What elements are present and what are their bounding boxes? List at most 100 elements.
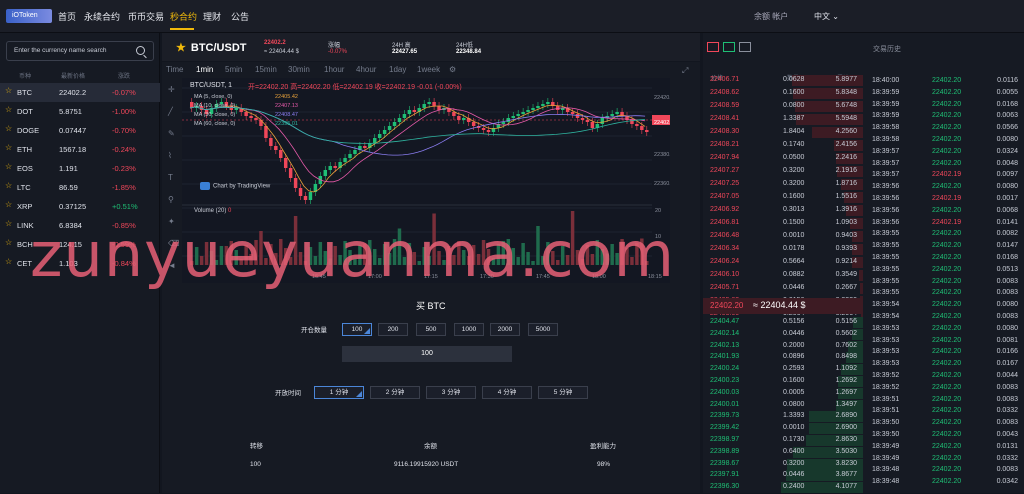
time-option-5min[interactable]: 5 分钟 bbox=[538, 386, 588, 399]
bid-row[interactable]: 22404.47 0.5156 0.5156 bbox=[703, 317, 863, 329]
amount-option-200[interactable]: 200 bbox=[378, 323, 408, 336]
ask-row[interactable]: 22407.94 0.0500 2.2416 bbox=[703, 153, 863, 165]
bid-row[interactable]: 22399.73 1.3393 2.6890 bbox=[703, 411, 863, 423]
timeframe-5min[interactable]: 5min bbox=[225, 65, 242, 74]
price-tick-label: 22360.00 bbox=[654, 181, 670, 187]
book-view-both-icon[interactable] bbox=[707, 42, 719, 52]
trade-amount: 0.0083 bbox=[996, 289, 1018, 297]
trade-amount: 0.0141 bbox=[996, 218, 1018, 226]
nav-spot[interactable]: 币币交易 bbox=[128, 10, 164, 23]
bid-row[interactable]: 22398.97 0.1730 2.8630 bbox=[703, 435, 863, 447]
timeframe-1week[interactable]: 1week bbox=[417, 65, 440, 74]
ask-row[interactable]: 22408.30 1.8404 4.2560 bbox=[703, 127, 863, 139]
bid-row[interactable]: 22400.23 0.1600 1.2692 bbox=[703, 376, 863, 388]
star-icon[interactable]: ☆ bbox=[5, 238, 12, 247]
time-option-3min[interactable]: 3 分钟 bbox=[426, 386, 476, 399]
ask-row[interactable]: 22407.27 0.3200 2.1916 bbox=[703, 166, 863, 178]
star-icon[interactable]: ☆ bbox=[5, 143, 12, 152]
time-option-4min[interactable]: 4 分钟 bbox=[482, 386, 532, 399]
nav-home[interactable]: 首页 bbox=[58, 10, 76, 23]
settings-icon[interactable]: ⚙ bbox=[449, 65, 456, 74]
trade-price: 22402.20 bbox=[932, 478, 962, 486]
trade-price: 22402.20 bbox=[932, 124, 962, 132]
coin-row-ltc[interactable]: ☆ LTC 86.59 -1.85% bbox=[0, 178, 160, 197]
bid-row[interactable]: 22398.89 0.6400 3.5030 bbox=[703, 446, 863, 459]
bid-row[interactable]: 22397.91 0.0446 3.8677 bbox=[703, 470, 863, 482]
ask-row[interactable]: 22406.81 0.1500 1.0903 bbox=[703, 218, 863, 230]
star-icon[interactable]: ★ bbox=[176, 42, 186, 54]
timeframe-1day[interactable]: 1day bbox=[389, 65, 406, 74]
star-icon[interactable]: ☆ bbox=[5, 124, 12, 133]
nav-announcement[interactable]: 公告 bbox=[231, 10, 249, 23]
bid-row[interactable]: 22400.01 0.0800 1.3497 bbox=[703, 399, 863, 412]
trade-price: 22402.20 bbox=[932, 301, 962, 309]
logo[interactable]: iOToken bbox=[6, 9, 52, 23]
star-icon[interactable]: ☆ bbox=[5, 200, 12, 209]
ask-row[interactable]: 22408.59 0.0800 5.6748 bbox=[703, 101, 863, 113]
nav-seconds-contract[interactable]: 秒合约 bbox=[170, 10, 197, 23]
timeframe-30min[interactable]: 30min bbox=[288, 65, 310, 74]
ask-row[interactable]: 22407.25 0.3200 1.8716 bbox=[703, 179, 863, 191]
amount-option-500[interactable]: 500 bbox=[416, 323, 446, 336]
bid-row[interactable]: 22400.03 0.0005 1.2697 bbox=[703, 387, 863, 400]
time-option-1min[interactable]: 1 分钟 bbox=[314, 386, 364, 399]
bid-row[interactable]: 22402.13 0.2000 0.7602 bbox=[703, 340, 863, 353]
timeframe-4hour[interactable]: 4hour bbox=[356, 65, 376, 74]
timeframe-1hour[interactable]: 1hour bbox=[324, 65, 344, 74]
search-input[interactable]: Enter the currency name search bbox=[6, 41, 154, 61]
ask-row[interactable]: 22406.92 0.3013 1.3916 bbox=[703, 205, 863, 217]
star-icon[interactable]: ☆ bbox=[5, 257, 12, 266]
nav-perpetual[interactable]: 永续合约 bbox=[84, 10, 120, 23]
star-icon[interactable]: ☆ bbox=[5, 181, 12, 190]
bid-amount: 0.0010 bbox=[783, 424, 805, 432]
star-icon[interactable]: ☆ bbox=[5, 219, 12, 228]
book-view-bids-icon[interactable] bbox=[723, 42, 735, 52]
star-icon[interactable]: ☆ bbox=[5, 162, 12, 171]
pair-title: ★ BTC/USDT bbox=[176, 41, 246, 54]
coin-row-eth[interactable]: ☆ ETH 1567.18 -0.24% bbox=[0, 140, 160, 159]
fullscreen-icon[interactable]: ⤢ bbox=[682, 66, 688, 76]
coin-row-doge[interactable]: ☆ DOGE 0.07447 -0.70% bbox=[0, 121, 160, 140]
amount-option-2000[interactable]: 2000 bbox=[490, 323, 520, 336]
bid-row[interactable]: 22401.93 0.0896 0.8498 bbox=[703, 352, 863, 364]
bid-row[interactable]: 22396.30 0.2400 4.1077 bbox=[703, 482, 863, 494]
coin-row-eos[interactable]: ☆ EOS 1.191 -0.23% bbox=[0, 159, 160, 178]
ask-row[interactable]: 22406.48 0.0010 0.9403 bbox=[703, 231, 863, 243]
trade-time: 18:39:59 bbox=[872, 100, 900, 108]
ask-row[interactable]: 22408.41 1.3387 5.5948 bbox=[703, 114, 863, 126]
ask-row[interactable]: 22405.71 0.0446 0.2667 bbox=[703, 283, 863, 295]
search-icon[interactable] bbox=[136, 46, 145, 55]
ask-row[interactable]: 22408.62 0.1600 5.8348 bbox=[703, 88, 863, 100]
trade-row: 18:39:49 22402.20 0.0131 bbox=[866, 442, 1024, 454]
coin-row-dot[interactable]: ☆ DOT 5.8751 -1.00% bbox=[0, 102, 160, 121]
nav-finance[interactable]: 理财 bbox=[203, 10, 221, 23]
ask-row[interactable]: 22408.21 0.1740 2.4156 bbox=[703, 140, 863, 152]
timeframe-15min[interactable]: 15min bbox=[255, 65, 277, 74]
language-select[interactable]: 中文 ⌄ bbox=[814, 11, 839, 22]
ask-row[interactable]: 22406.10 0.0882 0.3549 bbox=[703, 270, 863, 282]
coin-row-xrp[interactable]: ☆ XRP 0.37125 +0.51% bbox=[0, 197, 160, 216]
book-view-asks-icon[interactable] bbox=[739, 42, 751, 52]
bid-row[interactable]: 22398.67 0.3200 3.8230 bbox=[703, 458, 863, 471]
ask-row[interactable]: 22407.05 0.1600 1.5516 bbox=[703, 192, 863, 204]
bid-row[interactable]: 22399.42 0.0010 2.6900 bbox=[703, 423, 863, 435]
star-icon[interactable]: ☆ bbox=[5, 86, 12, 95]
ask-amount: 0.1600 bbox=[783, 193, 805, 200]
bid-row[interactable]: 22402.14 0.0446 0.5602 bbox=[703, 328, 863, 341]
ask-amount: 0.3200 bbox=[783, 167, 805, 174]
star-icon[interactable]: ☆ bbox=[5, 105, 12, 114]
ask-row[interactable]: 22406.24 0.5664 0.9214 bbox=[703, 257, 863, 269]
amount-option-100[interactable]: 100 bbox=[342, 323, 372, 336]
amount-input[interactable]: 100 bbox=[342, 346, 512, 362]
account-menu[interactable]: 余额 帐户 bbox=[754, 11, 788, 22]
amount-option-5000[interactable]: 5000 bbox=[528, 323, 558, 336]
amount-option-1000[interactable]: 1000 bbox=[454, 323, 484, 336]
bid-row[interactable]: 22400.24 0.2593 1.1092 bbox=[703, 364, 863, 376]
coin-row-btc[interactable]: ☆ BTC 22402.2 -0.07% bbox=[0, 83, 160, 102]
ask-row[interactable]: 22406.34 0.0178 0.9393 bbox=[703, 244, 863, 256]
timeframe-time[interactable]: Time bbox=[166, 65, 183, 74]
timeframe-1min[interactable]: 1min bbox=[196, 65, 213, 74]
bid-total: 2.6890 bbox=[835, 412, 857, 420]
time-option-2min[interactable]: 2 分钟 bbox=[370, 386, 420, 399]
ask-row[interactable]: 22406.71 0.0628 5.8977 bbox=[703, 75, 863, 87]
